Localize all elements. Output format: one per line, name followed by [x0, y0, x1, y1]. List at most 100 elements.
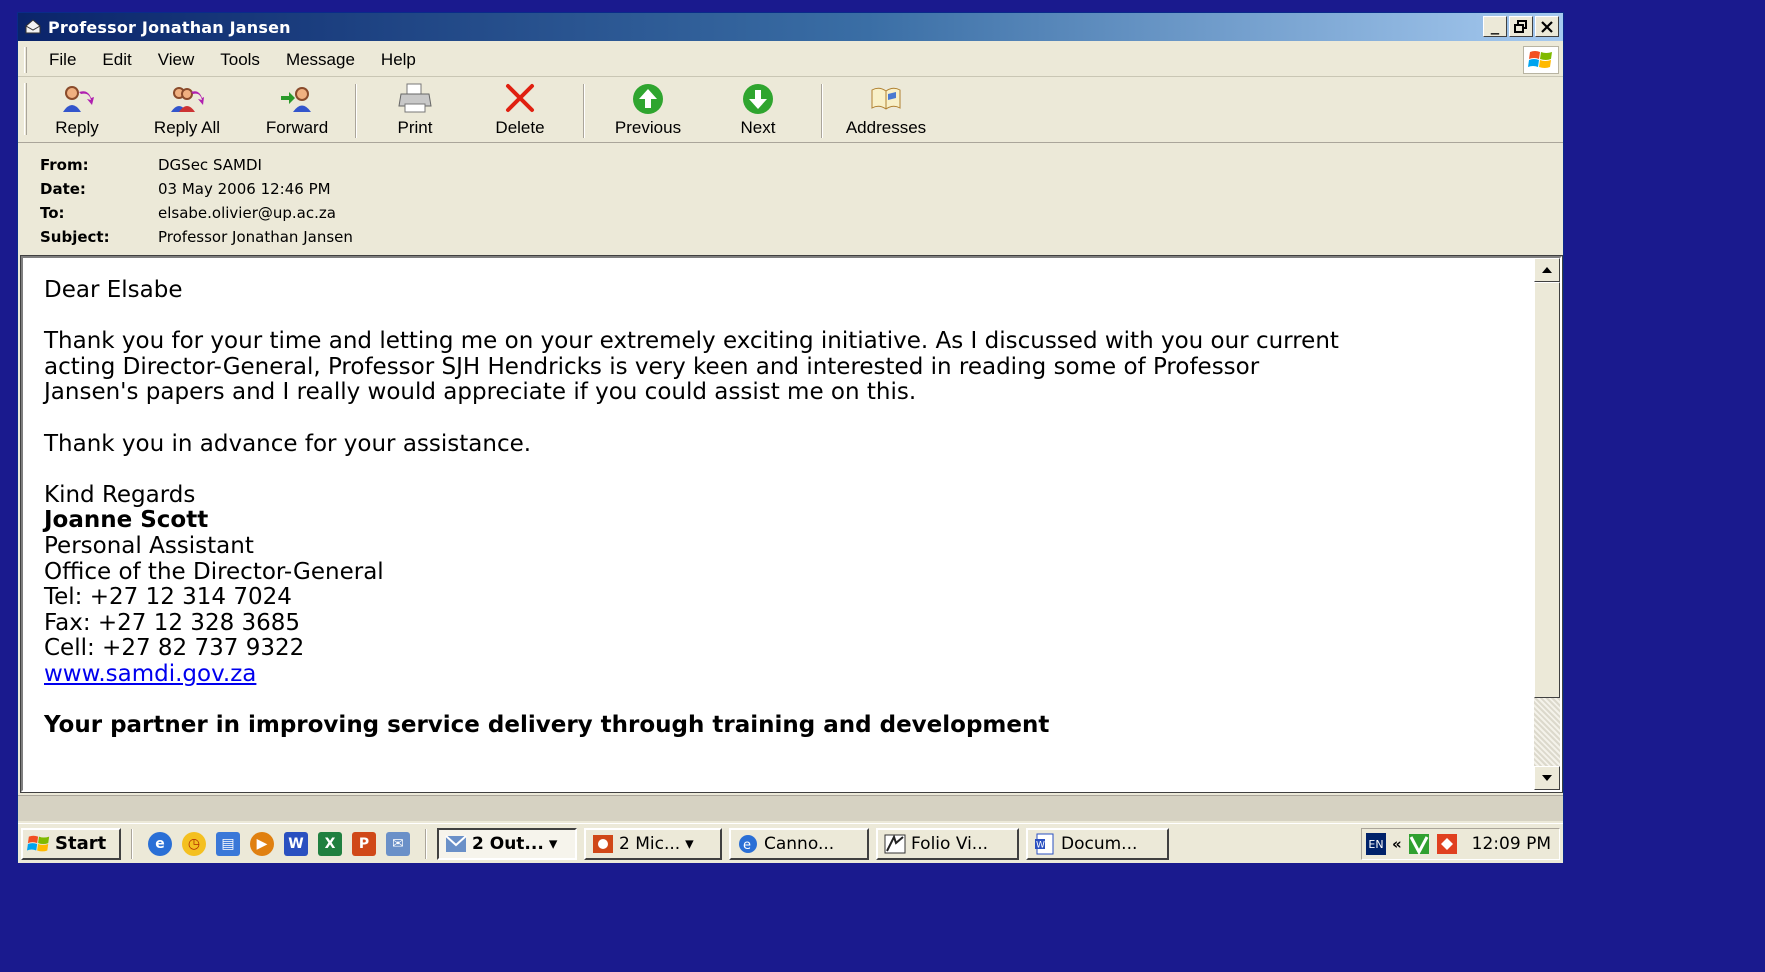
- menu-view[interactable]: View: [145, 50, 208, 70]
- chevron-down-icon: ▾: [548, 833, 558, 854]
- desktop-icon[interactable]: ▤: [216, 831, 240, 856]
- task-button-document[interactable]: W Docum...: [1026, 827, 1169, 860]
- word-icon[interactable]: W: [284, 831, 308, 856]
- addresses-button[interactable]: Addresses: [831, 82, 941, 142]
- restore-icon: [1514, 19, 1527, 33]
- outlook-task-icon: [445, 834, 467, 852]
- printer-icon: [398, 83, 432, 113]
- message-body[interactable]: Dear Elsabe Thank you for your time and …: [20, 255, 1563, 793]
- menu-file[interactable]: File: [27, 50, 89, 70]
- scroll-thumb[interactable]: [1534, 282, 1560, 698]
- folio-task-icon: [884, 833, 906, 853]
- from-label: From:: [40, 156, 89, 174]
- network-icon[interactable]: [1436, 833, 1458, 855]
- reply-all-button[interactable]: Reply All: [127, 82, 247, 142]
- up-arrow-icon: [633, 84, 663, 114]
- clock[interactable]: 12:09 PM: [1472, 834, 1551, 854]
- toolbar-separator: [355, 84, 357, 138]
- language-indicator[interactable]: EN: [1365, 833, 1386, 855]
- system-tray: EN « 12:09 PM: [1360, 828, 1560, 860]
- clock-icon[interactable]: ◷: [182, 831, 206, 856]
- reply-all-icon: [171, 87, 204, 112]
- outlook-icon[interactable]: ✉: [386, 831, 410, 856]
- tagline: Your partner in improving service delive…: [44, 712, 1050, 739]
- reply-button[interactable]: Reply: [27, 82, 127, 142]
- paragraph-line: Thank you for your time and letting me o…: [44, 328, 1339, 355]
- scroll-up-button[interactable]: [1534, 258, 1560, 282]
- date-row: Date: 03 May 2006 12:46 PM: [40, 177, 353, 201]
- date-label: Date:: [40, 180, 86, 198]
- to-label: To:: [40, 204, 65, 222]
- to-row: To: elsabe.olivier@up.ac.za: [40, 201, 353, 225]
- menu-tools[interactable]: Tools: [207, 50, 273, 70]
- status-bar: [18, 795, 1563, 821]
- close-button[interactable]: [1535, 16, 1559, 37]
- address-book-icon: [871, 87, 901, 110]
- from-value: DGSec SAMDI: [158, 156, 262, 174]
- date-value: 03 May 2006 12:46 PM: [158, 180, 331, 198]
- previous-button[interactable]: Previous: [593, 82, 703, 142]
- next-button[interactable]: Next: [703, 82, 813, 142]
- greeting: Dear Elsabe: [44, 277, 183, 303]
- thanks-line: Thank you in advance for your assistance…: [44, 430, 532, 457]
- subject-value: Professor Jonathan Jansen: [158, 228, 353, 246]
- internet-explorer-icon[interactable]: e: [148, 831, 172, 856]
- scroll-track[interactable]: [1534, 698, 1560, 766]
- scroll-up-icon: [1542, 267, 1552, 273]
- svg-text:e: e: [743, 838, 751, 853]
- windows-flag-icon: [27, 835, 50, 851]
- scroll-down-button[interactable]: [1534, 766, 1560, 790]
- print-button[interactable]: Print: [365, 82, 465, 142]
- excel-icon[interactable]: X: [318, 831, 342, 856]
- signature-office: Office of the Director-General: [44, 558, 384, 585]
- vertical-scrollbar[interactable]: [1534, 258, 1560, 790]
- subject-row: Subject: Professor Jonathan Jansen: [40, 225, 353, 249]
- powerpoint-icon[interactable]: P: [352, 831, 376, 856]
- signature-title: Personal Assistant: [44, 532, 254, 559]
- chevron-down-icon: ▾: [685, 833, 694, 854]
- svg-text:W: W: [1036, 840, 1045, 850]
- restore-button[interactable]: [1509, 16, 1533, 37]
- toolbar-separator: [583, 84, 585, 138]
- task-button-outlook[interactable]: 2 Out... ▾: [437, 827, 577, 860]
- task-button-microsoft[interactable]: 2 Mic... ▾: [584, 827, 722, 860]
- task-button-folio[interactable]: Folio Vi...: [876, 827, 1019, 860]
- title-bar[interactable]: Professor Jonathan Jansen _: [18, 13, 1563, 41]
- toolbar: Reply Reply All Forward Print Delete Pre…: [18, 79, 1563, 143]
- message-text: Dear Elsabe Thank you for your time and …: [44, 277, 1514, 739]
- taskbar-separator: [131, 828, 133, 859]
- document-task-icon: W: [1035, 833, 1054, 854]
- menu-bar: File Edit View Tools Message Help: [18, 43, 1563, 77]
- windows-logo-icon: [1523, 46, 1559, 74]
- signature-fax: Fax: +27 12 328 3685: [44, 609, 301, 636]
- signature-cell: Cell: +27 82 737 9322: [44, 635, 305, 662]
- media-player-icon[interactable]: ▶: [250, 831, 274, 856]
- reply-icon: [63, 86, 94, 112]
- scroll-down-icon: [1542, 775, 1552, 781]
- toolbar-separator: [821, 84, 823, 138]
- signature-tel: Tel: +27 12 314 7024: [44, 584, 292, 611]
- close-icon: [1541, 20, 1553, 33]
- menu-help[interactable]: Help: [368, 50, 429, 70]
- antivirus-icon[interactable]: [1408, 833, 1430, 855]
- forward-button[interactable]: Forward: [247, 82, 347, 142]
- task-button-canno[interactable]: e Canno...: [729, 827, 869, 860]
- browser-task-icon: e: [739, 834, 757, 853]
- from-row: From: DGSec SAMDI: [40, 153, 353, 177]
- menu-edit[interactable]: Edit: [89, 50, 144, 70]
- minimize-button[interactable]: _: [1483, 16, 1507, 37]
- website-link[interactable]: www.samdi.gov.za: [44, 661, 256, 687]
- window-title: Professor Jonathan Jansen: [48, 17, 291, 37]
- delete-icon: [506, 84, 534, 112]
- message-headers: From: DGSec SAMDI Date: 03 May 2006 12:4…: [40, 153, 353, 249]
- signature-name: Joanne Scott: [44, 507, 209, 534]
- taskbar-separator: [425, 828, 427, 859]
- subject-label: Subject:: [40, 228, 110, 246]
- taskbar: Start e ◷ ▤ ▶ W X P ✉ 2 Out... ▾ 2 Mic..…: [18, 823, 1563, 863]
- show-hidden-icons-button[interactable]: «: [1392, 835, 1402, 853]
- delete-button[interactable]: Delete: [465, 82, 575, 142]
- paragraph-line: acting Director-General, Professor SJH H…: [44, 353, 1260, 380]
- menu-message[interactable]: Message: [273, 50, 368, 70]
- envelope-icon: [25, 19, 41, 34]
- start-button[interactable]: Start: [21, 827, 121, 860]
